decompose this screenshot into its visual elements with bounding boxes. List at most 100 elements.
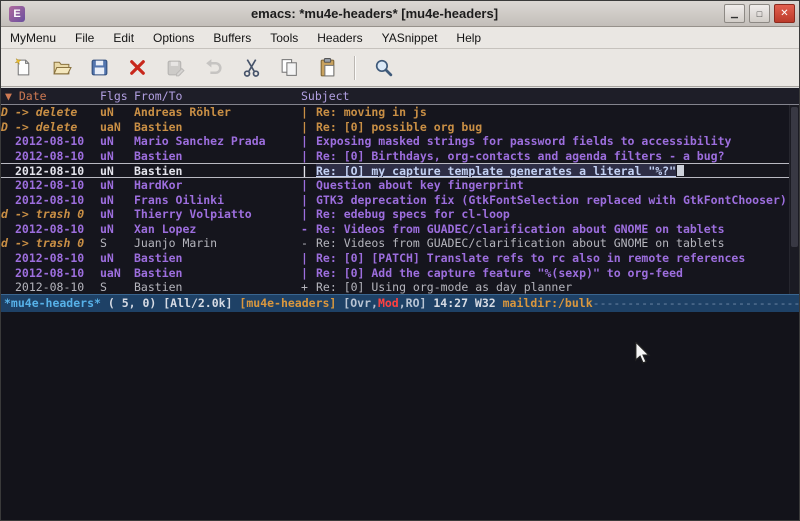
subject-cell: Re: edebug specs for cl-loop <box>316 207 799 222</box>
search-button[interactable] <box>371 56 395 80</box>
kill-buffer-button[interactable] <box>125 56 149 80</box>
subject-text: Re: edebug specs for cl-loop <box>316 207 510 221</box>
subject-text: Re: [0] Using org-mode as day planner <box>316 280 572 293</box>
menu-mymenu[interactable]: MyMenu <box>10 31 56 45</box>
thread-char: - <box>301 222 316 237</box>
message-row[interactable]: 2012-08-10 uN Frans Oilinki | GTK3 depre… <box>1 193 799 208</box>
menu-edit[interactable]: Edit <box>113 31 134 45</box>
undo-button[interactable] <box>201 56 225 80</box>
date-cell: 2012-08-10 <box>15 134 100 149</box>
column-header-flags[interactable]: Flgs <box>100 88 134 104</box>
thread-char: | <box>301 149 316 164</box>
from-cell: HardKor <box>134 178 301 193</box>
date-cell: 2012-08-10 <box>15 280 100 293</box>
toolbar-separator <box>354 56 356 80</box>
subject-text: Re: [0] [PATCH] Translate refs to rc als… <box>316 251 745 265</box>
modeline-segment-plain: W32 <box>475 296 503 310</box>
subject-cell: Re: [0] [PATCH] Translate refs to rc als… <box>316 251 799 266</box>
date-cell: 2012-08-10 <box>15 222 100 237</box>
flags-cell: uN <box>100 207 134 222</box>
message-row[interactable]: 2012-08-10 uN Xan Lopez - Re: Videos fro… <box>1 222 799 237</box>
paste-button[interactable] <box>315 56 339 80</box>
column-header-date[interactable]: ▼ Date <box>1 88 100 104</box>
title-bar[interactable]: E emacs: *mu4e-headers* [mu4e-headers] ▁… <box>1 1 799 27</box>
message-row[interactable]: 2012-08-10 uN HardKor | Question about k… <box>1 178 799 193</box>
message-row[interactable]: 2012-08-10 uaN Bastien | Re: [0] Add the… <box>1 266 799 281</box>
mark-char <box>1 193 15 208</box>
flags-cell: uN <box>100 164 134 177</box>
subject-text: Re: [0] possible org bug <box>316 120 482 134</box>
header-line: ▼ Date Flgs From/To Subject <box>1 87 799 105</box>
mark-char <box>1 134 15 149</box>
message-row[interactable]: d -> trash 0 uN Thierry Volpiatto | Re: … <box>1 207 799 222</box>
emacs-app-icon: E <box>9 6 25 22</box>
menu-help[interactable]: Help <box>456 31 481 45</box>
menu-tools[interactable]: Tools <box>270 31 298 45</box>
cut-button[interactable] <box>239 56 263 80</box>
close-button[interactable]: ✕ <box>774 4 795 23</box>
tool-bar <box>1 49 799 87</box>
save-as-button[interactable] <box>163 56 187 80</box>
modeline-segment-dim: , <box>399 296 406 310</box>
column-header-from[interactable]: From/To <box>134 88 301 104</box>
message-row[interactable]: 2012-08-10 S Bastien + Re: [0] Using org… <box>1 280 799 293</box>
from-cell: Xan Lopez <box>134 222 301 237</box>
message-row[interactable]: 2012-08-10 uN Bastien | Re: [0] Birthday… <box>1 149 799 164</box>
modeline-segment-mode: [mu4e-headers] <box>239 296 343 310</box>
menu-yasnippet[interactable]: YASnippet <box>382 31 438 45</box>
new-file-button[interactable] <box>11 56 35 80</box>
subject-cell: Re: [0] possible org bug <box>316 120 799 135</box>
cut-icon <box>241 57 262 78</box>
flags-cell: uN <box>100 222 134 237</box>
window-title: emacs: *mu4e-headers* [mu4e-headers] <box>29 6 720 21</box>
save-button[interactable] <box>87 56 111 80</box>
flags-cell: uN <box>100 193 134 208</box>
date-cell: -> trash 0 <box>15 236 100 251</box>
menu-headers[interactable]: Headers <box>317 31 362 45</box>
headers-buffer: D -> delete uN Andreas Röhler | Re: movi… <box>1 105 799 294</box>
modeline-segment-dim: Ovr <box>350 296 371 310</box>
mark-char <box>1 149 15 164</box>
message-row[interactable]: 2012-08-10 uN Bastien | Re: [0] [PATCH] … <box>1 251 799 266</box>
mark-char <box>1 266 15 281</box>
undo-icon <box>203 57 224 78</box>
paste-icon <box>317 57 338 78</box>
mark-char <box>1 164 15 177</box>
open-file-button[interactable] <box>49 56 73 80</box>
new-file-icon <box>13 57 34 78</box>
thread-char: | <box>301 134 316 149</box>
message-row[interactable]: D -> delete uN Andreas Röhler | Re: movi… <box>1 105 799 120</box>
save-as-icon <box>165 57 186 78</box>
message-row[interactable]: 2012-08-10 uN Bastien | Re: [O] my captu… <box>1 163 799 178</box>
message-row[interactable]: D -> delete uaN Bastien | Re: [0] possib… <box>1 120 799 135</box>
menu-file[interactable]: File <box>75 31 94 45</box>
scrollbar[interactable] <box>789 105 799 294</box>
subject-text: Exposing masked strings for password fie… <box>316 134 731 148</box>
menu-buffers[interactable]: Buffers <box>213 31 251 45</box>
from-cell: Mario Sanchez Prada <box>134 134 301 149</box>
minimize-icon: ▁ <box>731 8 738 19</box>
subject-cell: Re: Videos from GUADEC/clarification abo… <box>316 222 799 237</box>
column-header-subject[interactable]: Subject <box>301 88 799 104</box>
minimize-button[interactable]: ▁ <box>724 4 745 23</box>
mark-char <box>1 280 15 293</box>
scrollbar-thumb[interactable] <box>791 107 798 247</box>
thread-char: | <box>301 120 316 135</box>
date-cell: 2012-08-10 <box>15 164 100 177</box>
menu-options[interactable]: Options <box>153 31 194 45</box>
from-cell: Thierry Volpiatto <box>134 207 301 222</box>
maximize-button[interactable]: □ <box>749 4 770 23</box>
thread-char: | <box>301 193 316 208</box>
flags-cell: uaN <box>100 266 134 281</box>
message-row[interactable]: 2012-08-10 uN Mario Sanchez Prada | Expo… <box>1 134 799 149</box>
message-row[interactable]: d -> trash 0 S Juanjo Marin - Re: Videos… <box>1 236 799 251</box>
thread-char: | <box>301 251 316 266</box>
kill-buffer-icon <box>127 57 148 78</box>
minibuffer[interactable] <box>1 312 799 521</box>
copy-button[interactable] <box>277 56 301 80</box>
window-controls: ▁ □ ✕ <box>720 4 795 23</box>
mark-char <box>1 178 15 193</box>
mode-line[interactable]: *mu4e-headers* ( 5, 0) [All/2.0k] [mu4e-… <box>1 294 799 312</box>
thread-char: | <box>301 207 316 222</box>
flags-cell: uN <box>100 134 134 149</box>
